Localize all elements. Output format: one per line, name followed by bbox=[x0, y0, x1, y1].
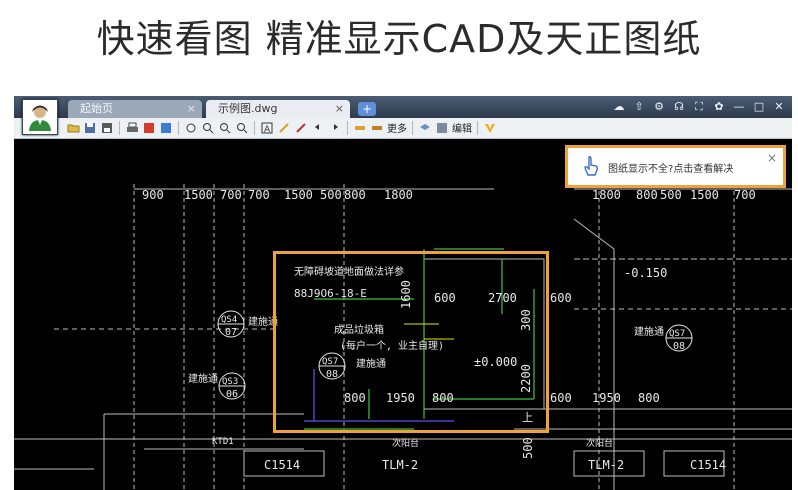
notice-close-icon[interactable]: × bbox=[767, 151, 777, 165]
tag-label: 08 bbox=[673, 341, 685, 352]
print-icon[interactable] bbox=[125, 121, 139, 135]
settings-icon[interactable]: ⚙ bbox=[652, 99, 666, 115]
layers-icon[interactable] bbox=[418, 121, 432, 135]
fullscreen-icon[interactable]: ⛶ bbox=[692, 99, 706, 115]
close-window-icon[interactable]: ✕ bbox=[772, 99, 786, 115]
zoom-in-icon[interactable] bbox=[218, 121, 232, 135]
avatar[interactable] bbox=[22, 99, 58, 135]
dim-label: 700 bbox=[248, 188, 270, 202]
title-bar: 起始页 × 示例图.dwg × + ☁ ⇧ ⚙ ☊ ⛶ ✿ — □ ✕ bbox=[14, 96, 792, 118]
open-folder-icon[interactable] bbox=[66, 121, 80, 135]
dim-label: 700 bbox=[734, 188, 756, 202]
headset-icon[interactable]: ☊ bbox=[672, 99, 686, 115]
dimension-icon[interactable] bbox=[370, 121, 384, 135]
tab-label: 示例图.dwg bbox=[218, 102, 278, 115]
tab-close-icon[interactable]: × bbox=[187, 100, 196, 118]
annotation-text: TLM-2 bbox=[382, 458, 418, 472]
dim-label: 1500 bbox=[184, 188, 213, 202]
new-tab-button[interactable]: + bbox=[358, 102, 376, 116]
toolbar-divider bbox=[412, 120, 413, 135]
export-pdf-icon[interactable] bbox=[142, 121, 156, 135]
highlight-frame bbox=[273, 251, 549, 433]
toolbar-divider bbox=[477, 120, 478, 135]
tag-label: QS3 bbox=[222, 377, 238, 387]
annotation-text: 次阳台 bbox=[586, 437, 613, 449]
cloud-icon[interactable]: ☁ bbox=[612, 99, 626, 115]
dim-label: 900 bbox=[142, 188, 164, 202]
tab-label: 起始页 bbox=[80, 102, 113, 115]
zoom-out-icon[interactable] bbox=[235, 121, 249, 135]
edit-icon[interactable] bbox=[435, 121, 449, 135]
dim-label: 1800 bbox=[384, 188, 413, 202]
dim-label: 600 bbox=[550, 391, 572, 405]
vip-icon[interactable] bbox=[483, 121, 497, 135]
annotation-text: KTD1 bbox=[212, 437, 234, 447]
dim-label: 500 bbox=[521, 437, 535, 459]
headline: 快速看图 精准显示CAD及天正图纸 bbox=[96, 17, 702, 61]
notice-text[interactable]: 图纸显示不全?点击查看解决 bbox=[608, 160, 733, 175]
dim-label: 500 bbox=[660, 188, 682, 202]
dim-label: 1800 bbox=[592, 188, 621, 202]
dim-label: 600 bbox=[550, 291, 572, 305]
zoom-window-icon[interactable] bbox=[201, 121, 215, 135]
pencil-icon[interactable] bbox=[277, 121, 291, 135]
maximize-icon[interactable]: □ bbox=[752, 99, 766, 115]
dim-label: 1500 bbox=[690, 188, 719, 202]
annotation-text: C1514 bbox=[690, 458, 726, 472]
share-icon[interactable]: ⇧ bbox=[632, 99, 646, 115]
edit-button[interactable]: 编辑 bbox=[452, 120, 472, 135]
toolbar-divider bbox=[178, 120, 179, 135]
level-label: -0.150 bbox=[624, 266, 667, 280]
tag-label: 07 bbox=[225, 327, 237, 338]
dim-label: 500 bbox=[320, 188, 342, 202]
tag-label: QS4 bbox=[221, 315, 237, 325]
more-button[interactable]: 更多 bbox=[387, 120, 407, 135]
redo-icon[interactable] bbox=[328, 121, 342, 135]
toolbar-divider bbox=[254, 120, 255, 135]
annotation-text: C1514 bbox=[264, 458, 300, 472]
dim-label: 800 bbox=[344, 188, 366, 202]
svg-text:A: A bbox=[264, 125, 271, 134]
undo-icon[interactable] bbox=[311, 121, 325, 135]
tag-label: QS7 bbox=[669, 329, 685, 339]
dim-label: 1500 bbox=[284, 188, 313, 202]
save-as-icon[interactable] bbox=[100, 121, 114, 135]
tab-drawing[interactable]: 示例图.dwg × bbox=[206, 100, 350, 118]
markup-icon[interactable] bbox=[294, 121, 308, 135]
window-controls: ☁ ⇧ ⚙ ☊ ⛶ ✿ — □ ✕ bbox=[612, 99, 786, 115]
hand-pointer-icon bbox=[582, 155, 600, 181]
tab-start-page[interactable]: 起始页 × bbox=[68, 100, 202, 118]
annotation-text: 次阳台 bbox=[392, 437, 419, 449]
dim-label: 700 bbox=[220, 188, 242, 202]
annotation-text: TLM-2 bbox=[588, 458, 624, 472]
annotation-text: 建施通 bbox=[634, 325, 664, 338]
annotation-text: 建施通 bbox=[188, 372, 218, 385]
dim-label: 800 bbox=[638, 391, 660, 405]
measure-icon[interactable] bbox=[353, 121, 367, 135]
pan-icon[interactable] bbox=[184, 121, 198, 135]
toolbar-divider bbox=[119, 120, 120, 135]
toolbar-divider bbox=[347, 120, 348, 135]
convert-icon[interactable] bbox=[159, 121, 173, 135]
save-icon[interactable] bbox=[83, 121, 97, 135]
dim-label: 800 bbox=[636, 188, 658, 202]
skin-icon[interactable]: ✿ bbox=[712, 99, 726, 115]
dim-label: 1950 bbox=[592, 391, 621, 405]
minimize-icon[interactable]: — bbox=[732, 99, 746, 115]
cad-viewer-window: 起始页 × 示例图.dwg × + ☁ ⇧ ⚙ ☊ ⛶ ✿ — □ ✕ A 更多… bbox=[14, 96, 792, 490]
tag-label: 06 bbox=[226, 389, 238, 400]
toolbar: A 更多 编辑 bbox=[14, 118, 792, 139]
tab-close-icon[interactable]: × bbox=[335, 100, 344, 118]
display-help-notice[interactable]: 图纸显示不全?点击查看解决 × bbox=[565, 145, 786, 188]
text-icon[interactable]: A bbox=[260, 121, 274, 135]
